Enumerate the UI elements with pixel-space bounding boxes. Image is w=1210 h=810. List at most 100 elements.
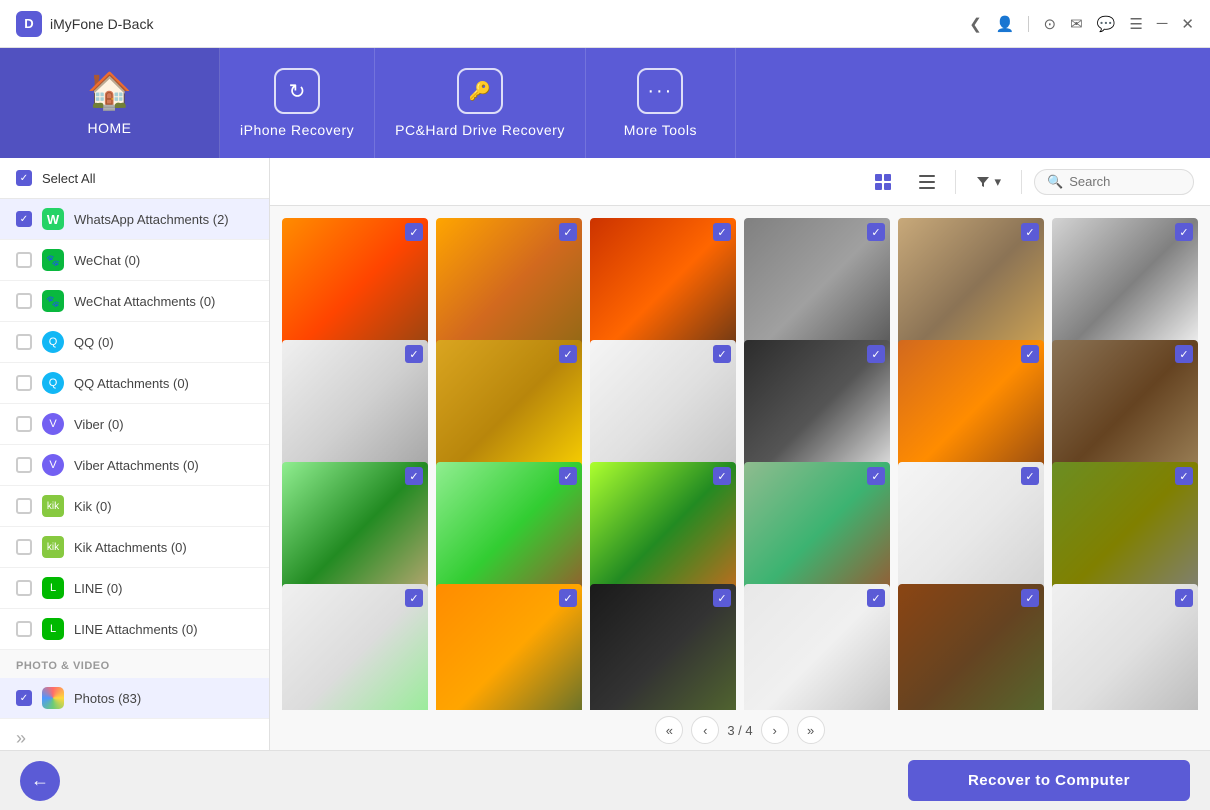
back-button[interactable]: ← [20, 761, 60, 801]
photo-cell-24[interactable]: ✓ [1052, 584, 1198, 710]
kik-label: Kik (0) [74, 499, 112, 514]
photo-check-19[interactable]: ✓ [405, 589, 423, 607]
kik-attachments-checkbox[interactable] [16, 539, 32, 555]
photo-check-3[interactable]: ✓ [713, 223, 731, 241]
nav-label-more-tools: More Tools [624, 122, 697, 138]
sidebar-item-photos[interactable]: ✓ Photos (83) [0, 678, 269, 719]
photo-check-23[interactable]: ✓ [1021, 589, 1039, 607]
sidebar: ✓ Select All ✓ W WhatsApp Attachments (2… [0, 158, 270, 750]
photo-check-22[interactable]: ✓ [867, 589, 885, 607]
viber-attachments-label: Viber Attachments (0) [74, 458, 199, 473]
photo-check-9[interactable]: ✓ [713, 345, 731, 363]
sidebar-item-viber-attachments[interactable]: V Viber Attachments (0) [0, 445, 269, 486]
close-icon[interactable]: ✕ [1181, 15, 1194, 33]
bottom-bar: ← Recover to Computer [0, 750, 1210, 810]
photo-check-17[interactable]: ✓ [1021, 467, 1039, 485]
location-icon[interactable]: ⊙ [1043, 15, 1056, 33]
whatsapp-icon: W [42, 208, 64, 230]
sidebar-item-line[interactable]: L LINE (0) [0, 568, 269, 609]
line-label: LINE (0) [74, 581, 122, 596]
photo-check-5[interactable]: ✓ [1021, 223, 1039, 241]
line-checkbox[interactable] [16, 580, 32, 596]
chat-icon[interactable]: 💬 [1097, 15, 1116, 33]
nav-item-more-tools[interactable]: ··· More Tools [586, 48, 736, 158]
photo-check-10[interactable]: ✓ [867, 345, 885, 363]
photo-cell-21[interactable]: ✓ [590, 584, 736, 710]
main-area: ✓ Select All ✓ W WhatsApp Attachments (2… [0, 158, 1210, 750]
photo-check-6[interactable]: ✓ [1175, 223, 1193, 241]
photo-check-21[interactable]: ✓ [713, 589, 731, 607]
list-view-button[interactable] [911, 166, 943, 198]
select-all-row[interactable]: ✓ Select All [0, 158, 269, 199]
sidebar-item-wechat[interactable]: 🐾 WeChat (0) [0, 240, 269, 281]
viber-checkbox[interactable] [16, 416, 32, 432]
select-all-checkbox[interactable]: ✓ [16, 170, 32, 186]
sidebar-item-kik-attachments[interactable]: kik Kik Attachments (0) [0, 527, 269, 568]
sidebar-item-kik[interactable]: kik Kik (0) [0, 486, 269, 527]
minimize-icon[interactable]: ─ [1157, 15, 1168, 32]
photo-grid: ✓ ✓ ✓ ✓ ✓ ✓ ✓ ✓ ✓ ✓ ✓ ✓ ✓ ✓ ✓ ✓ ✓ ✓ ✓ ✓ ✓ ✓ ✓ ✓ [270, 206, 1210, 710]
wechat-attachments-icon: 🐾 [42, 290, 64, 312]
sidebar-item-viber[interactable]: V Viber (0) [0, 404, 269, 445]
photo-cell-19[interactable]: ✓ [282, 584, 428, 710]
sidebar-item-more[interactable]: » [0, 719, 269, 750]
kik-checkbox[interactable] [16, 498, 32, 514]
photo-check-15[interactable]: ✓ [713, 467, 731, 485]
search-input[interactable] [1069, 174, 1189, 189]
whatsapp-attachments-label: WhatsApp Attachments (2) [74, 212, 229, 227]
sidebar-item-qq-attachments[interactable]: Q QQ Attachments (0) [0, 363, 269, 404]
qq-attachments-checkbox[interactable] [16, 375, 32, 391]
filter-chevron: ▾ [994, 174, 1001, 190]
photo-check-4[interactable]: ✓ [867, 223, 885, 241]
titlebar-left: D iMyFone D-Back [16, 11, 153, 37]
photo-cell-22[interactable]: ✓ [744, 584, 890, 710]
menu-icon[interactable]: ☰ [1129, 15, 1142, 33]
photo-check-16[interactable]: ✓ [867, 467, 885, 485]
recover-button[interactable]: Recover to Computer [908, 760, 1190, 801]
photos-checkbox[interactable]: ✓ [16, 690, 32, 706]
nav-item-iphone-recovery[interactable]: ↻ iPhone Recovery [220, 48, 375, 158]
last-page-button[interactable]: » [797, 716, 825, 744]
photo-check-24[interactable]: ✓ [1175, 589, 1193, 607]
photo-cell-23[interactable]: ✓ [898, 584, 1044, 710]
photo-check-12[interactable]: ✓ [1175, 345, 1193, 363]
whatsapp-attachments-checkbox[interactable]: ✓ [16, 211, 32, 227]
photo-check-8[interactable]: ✓ [559, 345, 577, 363]
first-page-button[interactable]: « [655, 716, 683, 744]
prev-page-button[interactable]: ‹ [691, 716, 719, 744]
grid-view-button[interactable] [867, 166, 899, 198]
photo-check-18[interactable]: ✓ [1175, 467, 1193, 485]
photo-check-20[interactable]: ✓ [559, 589, 577, 607]
mail-icon[interactable]: ✉ [1070, 15, 1083, 33]
photo-check-2[interactable]: ✓ [559, 223, 577, 241]
wechat-icon: 🐾 [42, 249, 64, 271]
photo-check-7[interactable]: ✓ [405, 345, 423, 363]
nav-item-home[interactable]: 🏠 HOME [0, 48, 220, 158]
viber-attachments-checkbox[interactable] [16, 457, 32, 473]
filter-button[interactable]: ▾ [968, 170, 1009, 194]
next-page-button[interactable]: › [761, 716, 789, 744]
photo-check-1[interactable]: ✓ [405, 223, 423, 241]
photo-cell-20[interactable]: ✓ [436, 584, 582, 710]
photo-check-11[interactable]: ✓ [1021, 345, 1039, 363]
sidebar-item-line-attachments[interactable]: L LINE Attachments (0) [0, 609, 269, 650]
sidebar-item-wechat-attachments[interactable]: 🐾 WeChat Attachments (0) [0, 281, 269, 322]
viber-attachments-icon: V [42, 454, 64, 476]
qq-checkbox[interactable] [16, 334, 32, 350]
photo-check-14[interactable]: ✓ [559, 467, 577, 485]
pc-recovery-icon: 🔑 [457, 68, 503, 114]
line-attachments-checkbox[interactable] [16, 621, 32, 637]
wechat-attachments-checkbox[interactable] [16, 293, 32, 309]
photo-check-13[interactable]: ✓ [405, 467, 423, 485]
wechat-checkbox[interactable] [16, 252, 32, 268]
sidebar-item-whatsapp-attachments[interactable]: ✓ W WhatsApp Attachments (2) [0, 199, 269, 240]
kik-attachments-label: Kik Attachments (0) [74, 540, 187, 555]
share-icon[interactable]: ❮ [969, 15, 982, 33]
titlebar-separator [1028, 16, 1029, 32]
nav-item-pc-recovery[interactable]: 🔑 PC&Hard Drive Recovery [375, 48, 586, 158]
viber-icon: V [42, 413, 64, 435]
nav-label-home: HOME [88, 120, 132, 136]
person-icon[interactable]: 👤 [996, 15, 1015, 33]
photos-icon [42, 687, 64, 709]
sidebar-item-qq[interactable]: Q QQ (0) [0, 322, 269, 363]
